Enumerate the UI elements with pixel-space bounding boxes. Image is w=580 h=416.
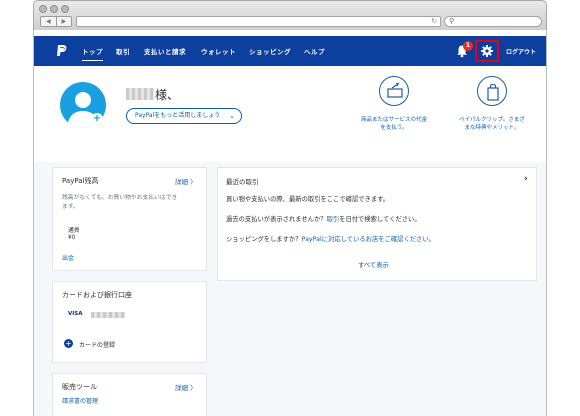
quick-action-clip-label-1: ペイパルクリップ。さまざ [459,117,525,123]
shops-link[interactable]: PayPalに対応しているお店をご確認ください。 [302,236,435,243]
cards-banks-title: カードおよび銀行口座 [62,291,132,299]
browser-search-field[interactable]: ⚲ [444,16,542,27]
nav-activity[interactable]: 取引 [116,46,130,56]
nav-shopping[interactable]: ショッピング [249,46,291,56]
greeting-suffix: 様、 [155,88,180,102]
quick-action-pay-label-1: 商品またはサービスの代金 [360,117,427,123]
page-viewport: トップ 取引 支払いと請求 ウォレット ショッピング ヘルプ 1 ログアウト +… [33,30,547,416]
visa-logo: VISA [68,311,83,317]
recent-activity-card: 最近の取引 › 買い物や支払いの際、最新の取引をここで確認できます。 過去の支払… [217,167,537,281]
nav-wallet[interactable]: ウォレット [201,46,236,56]
cards-banks-card: カードおよび銀行口座 VISA + カードの登録 [52,281,207,363]
withdraw-link[interactable]: 出金 [62,253,74,262]
quick-action-pay-label-2: を支払う。 [380,125,408,131]
chevron-down-icon: ⌄ [229,112,235,120]
quick-action-pay[interactable]: 商品またはサービスの代金 を支払う。 [354,76,434,132]
sales-details-link[interactable]: 詳細 〉 [175,382,197,392]
sales-tools-card: 販売ツール 詳細 〉 請求書の管理 [52,373,207,416]
recent-line-2-a: 過去の支払いが表示されませんか？ [226,216,327,223]
window-zoom-button[interactable] [61,5,69,13]
nav-help[interactable]: ヘルプ [304,46,325,56]
quick-action-clip[interactable]: ペイパルクリップ。さまざ まな特典やメリット。 [452,76,532,132]
browser-toolbar: ◀ ▶ ↻ ⚲ [33,0,547,30]
quick-action-clip-label-2: まな特典やメリット。 [464,125,520,131]
activity-link[interactable]: 取引 [327,216,340,223]
history-buttons: ◀ ▶ [40,16,72,27]
shopping-bag-icon [477,76,507,106]
card-number-redacted [91,312,125,318]
balance-details-link[interactable]: 詳細 〉 [175,176,197,186]
recent-line-2-b: を日付で検索してください。 [339,216,421,223]
balance-card: PayPal残高 詳細 〉 残高がなくても、お買い物やお支払いはでき ます。 通… [52,167,207,271]
sales-tools-title: 販売ツール [62,383,97,391]
invoice-link[interactable]: 請求書の管理 [62,396,98,405]
send-money-icon [379,76,409,106]
gear-icon[interactable] [481,45,493,57]
forward-arrow-icon[interactable]: ▶ [55,17,72,26]
currency-label: 通貨 [68,228,80,234]
window-minimize-button[interactable] [50,5,58,13]
balance-note-line-2: ます。 [62,204,79,210]
add-photo-icon[interactable]: + [91,113,103,125]
balance-amount: ¥0 [68,235,76,241]
reload-icon[interactable]: ↻ [431,17,437,26]
notification-badge: 1 [463,41,473,51]
recent-line-2: 過去の支払いが表示されませんか？取引を日付で検索してください。 [226,214,421,223]
search-icon: ⚲ [449,17,455,25]
more-paypal-button[interactable]: PayPalをもっと活用しましょう ⌄ [126,108,242,124]
recent-activity-title: 最近の取引 [226,178,259,186]
paypal-logo-icon[interactable] [56,44,67,58]
add-card-icon[interactable]: + [64,339,73,348]
top-navigation-bar: トップ 取引 支払いと請求 ウォレット ショッピング ヘルプ 1 ログアウト [34,36,546,66]
window-close-button[interactable] [39,5,47,13]
settings-highlight[interactable] [475,40,499,62]
dashboard-body: PayPal残高 詳細 〉 残高がなくても、お買い物やお支払いはでき ます。 通… [34,162,546,416]
chevron-right-icon[interactable]: › [524,174,528,184]
nav-top[interactable]: トップ [82,46,103,61]
balance-note: 残高がなくても、お買い物やお支払いはでき ます。 [62,194,177,212]
balance-title: PayPal残高 [62,177,99,185]
balance-note-line-1: 残高がなくても、お買い物やお支払いはでき [62,195,178,201]
browser-window: ◀ ▶ ↻ ⚲ トップ 取引 支払いと請求 ウォレット ショッピング ヘルプ 1… [33,0,547,416]
user-name-redacted [126,88,154,100]
recent-line-1: 買い物や支払いの際、最新の取引をここで確認できます。 [226,196,390,203]
more-paypal-label: PayPalをもっと活用しましょう [135,112,221,119]
recent-line-3-a: ショッピングをしますか？ [226,236,302,243]
recent-line-3: ショッピングをしますか？PayPalに対応しているお店をご確認ください。 [226,234,435,243]
show-all-link[interactable]: すべて表示 [358,260,389,269]
add-card-link[interactable]: カードの登録 [79,340,115,349]
profile-section: + 様、 PayPalをもっと活用しましょう ⌄ 商品またはサービスの代金 を支… [34,66,546,162]
logout-link[interactable]: ログアウト [506,47,536,56]
address-bar[interactable]: ↻ [76,16,441,27]
back-arrow-icon[interactable]: ◀ [41,17,56,26]
nav-payments-billing[interactable]: 支払いと請求 [144,46,186,56]
